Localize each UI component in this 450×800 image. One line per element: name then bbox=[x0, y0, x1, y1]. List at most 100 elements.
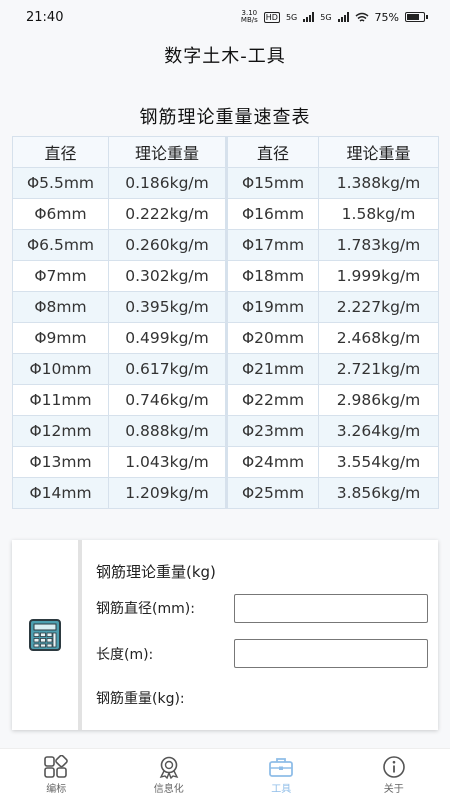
table-row: Φ6mm 0.222kg/m Φ16mm 1.58kg/m bbox=[12, 198, 439, 230]
cell-diameter: Φ6mm bbox=[12, 198, 109, 230]
cell-diameter: Φ11mm bbox=[12, 384, 109, 416]
table-header-row: 直径 理论重量 直径 理论重量 bbox=[12, 136, 439, 168]
nav-tab-gongju[interactable]: 工具 bbox=[225, 749, 338, 800]
cell-diameter-2: Φ19mm bbox=[225, 291, 319, 323]
nav-label-bianbiao: 编标 bbox=[46, 784, 67, 795]
nav-label-xinxihua: 信息化 bbox=[153, 784, 184, 795]
cell-diameter: Φ13mm bbox=[12, 446, 109, 478]
cell-diameter-2: Φ20mm bbox=[225, 322, 319, 354]
diameter-label: 钢筋直径(mm): bbox=[96, 601, 195, 617]
cell-weight-2: 3.554kg/m bbox=[318, 446, 439, 478]
app-header: 数字土木-工具 bbox=[0, 34, 450, 76]
calculator-icon-wrap bbox=[12, 540, 78, 730]
length-input[interactable] bbox=[234, 639, 428, 668]
cell-weight-2: 3.264kg/m bbox=[318, 415, 439, 447]
bottom-nav: 编标 信息化 工具 关于 bbox=[0, 748, 450, 800]
cell-weight-2: 3.856kg/m bbox=[318, 477, 439, 509]
cell-diameter-2: Φ17mm bbox=[225, 229, 319, 261]
rebar-weight-table: 直径 理论重量 直径 理论重量 Φ5.5mm 0.186kg/m Φ15mm 1.38… bbox=[12, 136, 439, 509]
cell-diameter: Φ10mm bbox=[12, 353, 109, 385]
cell-weight-2: 1.58kg/m bbox=[318, 198, 439, 230]
grid-icon bbox=[43, 754, 69, 780]
cell-weight: 0.888kg/m bbox=[108, 415, 227, 447]
cell-diameter-2: Φ21mm bbox=[225, 353, 319, 385]
weight-result-label: 钢筋重量(kg): bbox=[96, 691, 185, 707]
nav-label-gongju: 工具 bbox=[271, 784, 292, 795]
cell-diameter: Φ5.5mm bbox=[12, 167, 109, 199]
page-title: 数字土木-工具 bbox=[164, 46, 286, 67]
toolbox-icon bbox=[268, 754, 294, 780]
cell-weight: 0.617kg/m bbox=[108, 353, 227, 385]
cell-weight: 0.302kg/m bbox=[108, 260, 227, 292]
status-icons: 3.10 MB/s HD 5G 5G 75% bbox=[241, 10, 428, 24]
cell-diameter: Φ7mm bbox=[12, 260, 109, 292]
cell-diameter: Φ12mm bbox=[12, 415, 109, 447]
cell-diameter-2: Φ15mm bbox=[225, 167, 319, 199]
cell-diameter: Φ6.5mm bbox=[12, 229, 109, 261]
table-row: Φ14mm 1.209kg/m Φ25mm 3.856kg/m bbox=[12, 477, 439, 509]
diameter-input[interactable] bbox=[234, 594, 428, 623]
table-body: Φ5.5mm 0.186kg/m Φ15mm 1.388kg/m Φ6mm 0.222kg… bbox=[12, 167, 439, 509]
net-speed: 3.10 MB/s bbox=[240, 9, 258, 24]
cell-weight: 1.209kg/m bbox=[108, 477, 227, 509]
cell-weight: 0.746kg/m bbox=[108, 384, 227, 416]
cell-diameter-2: Φ25mm bbox=[225, 477, 319, 509]
table-row: Φ6.5mm 0.260kg/m Φ17mm 1.783kg/m bbox=[12, 229, 439, 261]
calculator-icon bbox=[29, 619, 61, 651]
weight-calculator-card: 钢筋理论重量(kg) 钢筋直径(mm): 长度(m): 钢筋重量(kg): bbox=[12, 540, 438, 730]
badge-icon bbox=[156, 754, 182, 780]
cell-diameter-2: Φ18mm bbox=[225, 260, 319, 292]
header-diameter-2: 直径 bbox=[225, 136, 319, 168]
cell-diameter-2: Φ22mm bbox=[225, 384, 319, 416]
table-row: Φ8mm 0.395kg/m Φ19mm 2.227kg/m bbox=[12, 291, 439, 323]
cell-weight-2: 1.783kg/m bbox=[318, 229, 439, 261]
nav-tab-bianbiao[interactable]: 编标 bbox=[0, 749, 113, 800]
wifi-icon bbox=[355, 12, 369, 22]
cell-diameter-2: Φ24mm bbox=[225, 446, 319, 478]
table-row: Φ9mm 0.499kg/m Φ20mm 2.468kg/m bbox=[12, 322, 439, 354]
cell-diameter: Φ9mm bbox=[12, 322, 109, 354]
cell-diameter: Φ14mm bbox=[12, 477, 109, 509]
hd-badge: HD bbox=[263, 11, 280, 23]
table-row: Φ5.5mm 0.186kg/m Φ15mm 1.388kg/m bbox=[12, 167, 439, 199]
cell-diameter-2: Φ23mm bbox=[225, 415, 319, 447]
status-time: 21:40 bbox=[26, 9, 64, 25]
status-bar: 21:40 3.10 MB/s HD 5G 5G 75% bbox=[0, 0, 450, 34]
header-weight: 理论重量 bbox=[108, 136, 227, 168]
cell-weight: 1.043kg/m bbox=[108, 446, 227, 478]
cell-weight-2: 2.986kg/m bbox=[318, 384, 439, 416]
nav-label-guanyu: 关于 bbox=[383, 784, 404, 795]
cell-weight: 0.186kg/m bbox=[108, 167, 227, 199]
cell-weight-2: 1.999kg/m bbox=[318, 260, 439, 292]
nav-tab-xinxihua[interactable]: 信息化 bbox=[113, 749, 226, 800]
header-weight-2: 理论重量 bbox=[318, 136, 439, 168]
cell-weight-2: 2.721kg/m bbox=[318, 353, 439, 385]
sim2-label: 5G bbox=[320, 12, 332, 22]
length-label: 长度(m): bbox=[96, 647, 154, 663]
cell-weight: 0.395kg/m bbox=[108, 291, 227, 323]
cell-weight-2: 2.468kg/m bbox=[318, 322, 439, 354]
table-title: 钢筋理论重量速查表 bbox=[139, 107, 311, 128]
table-row: Φ10mm 0.617kg/m Φ21mm 2.721kg/m bbox=[12, 353, 439, 385]
cell-weight: 0.499kg/m bbox=[108, 322, 227, 354]
signal-icon-2 bbox=[337, 12, 349, 22]
cell-weight-2: 2.227kg/m bbox=[318, 291, 439, 323]
battery-icon bbox=[405, 12, 428, 22]
cell-diameter-2: Φ16mm bbox=[225, 198, 319, 230]
table-row: Φ7mm 0.302kg/m Φ18mm 1.999kg/m bbox=[12, 260, 439, 292]
table-row: Φ11mm 0.746kg/m Φ22mm 2.986kg/m bbox=[12, 384, 439, 416]
cell-weight: 0.260kg/m bbox=[108, 229, 227, 261]
calculator-body: 钢筋理论重量(kg) 钢筋直径(mm): 长度(m): 钢筋重量(kg): bbox=[82, 540, 438, 730]
info-icon bbox=[381, 754, 407, 780]
signal-icon bbox=[303, 12, 315, 22]
table-row: Φ13mm 1.043kg/m Φ24mm 3.554kg/m bbox=[12, 446, 439, 478]
calculator-title: 钢筋理论重量(kg) bbox=[96, 563, 216, 581]
cell-weight-2: 1.388kg/m bbox=[318, 167, 439, 199]
header-diameter: 直径 bbox=[12, 136, 109, 168]
nav-tab-guanyu[interactable]: 关于 bbox=[338, 749, 450, 800]
cell-weight: 0.222kg/m bbox=[108, 198, 227, 230]
table-row: Φ12mm 0.888kg/m Φ23mm 3.264kg/m bbox=[12, 415, 439, 447]
cell-diameter: Φ8mm bbox=[12, 291, 109, 323]
battery-percent: 75% bbox=[374, 10, 399, 24]
sim1-label: 5G bbox=[285, 12, 298, 22]
